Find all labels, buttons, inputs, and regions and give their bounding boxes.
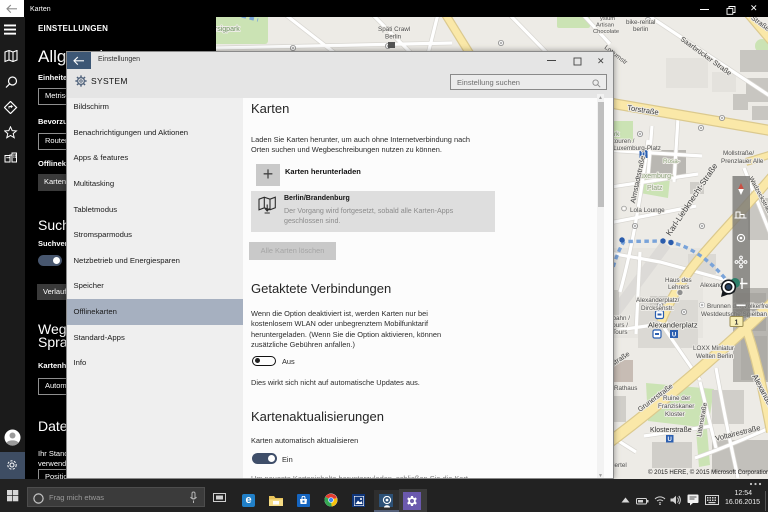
- svg-text:Haus des: Haus des: [665, 277, 692, 284]
- svg-text:Klosterstraße: Klosterstraße: [650, 427, 692, 434]
- svg-text:U: U: [668, 437, 672, 443]
- svg-text:Alexanderplatz: Alexanderplatz: [648, 321, 698, 330]
- svg-text:Chocolate: Chocolate: [593, 29, 619, 35]
- svg-text:1: 1: [735, 320, 739, 327]
- svg-text:bike-rental: bike-rental: [626, 19, 655, 26]
- svg-text:Späti Crawl: Späti Crawl: [378, 26, 410, 33]
- svg-text:Alexanderplatz/: Alexanderplatz/: [636, 297, 680, 304]
- svg-text:Welten Berlin: Welten Berlin: [696, 353, 734, 360]
- svg-text:LOXX Miniatur: LOXX Miniatur: [693, 345, 734, 352]
- svg-text:Artisan: Artisan: [596, 23, 614, 29]
- svg-text:Kloster: Kloster: [665, 411, 685, 418]
- svg-text:Franziskaner: Franziskaner: [658, 403, 694, 410]
- svg-text:Ruine der: Ruine der: [663, 395, 690, 402]
- svg-text:© 2015 HERE, © 2015 Microsoft: © 2015 HERE, © 2015 Microsoft Corporatio…: [648, 469, 768, 476]
- svg-text:Prenzlauer Alle: Prenzlauer Alle: [721, 158, 764, 165]
- svg-text:ysium: ysium: [600, 17, 615, 22]
- svg-text:Platz: Platz: [647, 185, 663, 192]
- svg-text:touren /: touren /: [613, 138, 635, 145]
- svg-text:Rathaus: Rathaus: [614, 385, 637, 392]
- svg-text:U: U: [672, 333, 676, 339]
- svg-text:berlin: berlin: [633, 26, 649, 33]
- svg-text:Lola Lounge: Lola Lounge: [630, 207, 665, 214]
- svg-text:Rosa-: Rosa-: [663, 158, 680, 165]
- svg-text:orsigpark: orsigpark: [216, 26, 240, 33]
- svg-text:Mollstraße/: Mollstraße/: [723, 150, 754, 157]
- svg-text:Berlin: Berlin: [385, 34, 402, 41]
- svg-text:Dircksenstr.: Dircksenstr.: [641, 305, 674, 312]
